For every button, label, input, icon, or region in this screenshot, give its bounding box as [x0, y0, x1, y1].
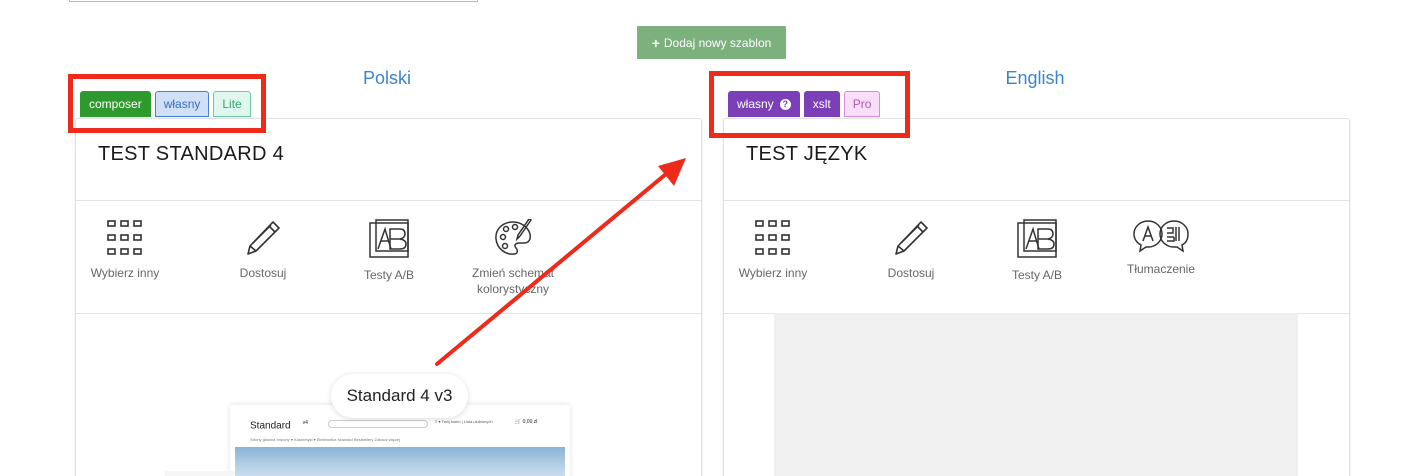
preview-logo: Standard v4	[250, 420, 308, 431]
pencil-icon	[895, 221, 928, 255]
action-label: Dostosuj	[887, 266, 935, 280]
add-template-label: Dodaj nowy szablon	[663, 35, 772, 50]
preview-side-tab	[165, 471, 235, 476]
search-input-edge[interactable]	[69, 0, 478, 2]
choose-other-action[interactable]: Wybierz inny	[710, 219, 836, 281]
ab-test-action[interactable]: Testy A/B	[974, 219, 1100, 283]
preview-logo-text: Standard	[250, 420, 291, 432]
template-card-english: TEST JĘZYK Wybierz inny Dostosuj Testy A…	[723, 118, 1350, 476]
action-label: Wybierz inny	[90, 266, 160, 280]
translation-action[interactable]: Tłumaczenie	[1098, 219, 1224, 277]
grid-icon	[107, 220, 142, 255]
choose-other-action[interactable]: Wybierz inny	[62, 219, 188, 281]
highlight-box-english	[709, 71, 910, 138]
divider	[76, 200, 701, 201]
grid-icon	[755, 220, 790, 255]
preview-logo-sup: v4	[302, 420, 308, 426]
preview-banner	[235, 447, 565, 476]
action-label: Zmień schemat kolorystyczny	[471, 266, 555, 296]
template-version-tooltip: Standard 4 v3	[331, 374, 468, 418]
plus-icon: +	[651, 34, 660, 51]
preview-cart: 🛒 0,00 zł	[515, 419, 538, 425]
language-title-polski[interactable]: Polski	[237, 68, 537, 89]
divider	[724, 200, 1349, 201]
preview-nav: Strony główna Importy ▾ Kosmetyki ▾ Elek…	[250, 437, 400, 442]
customize-action[interactable]: Dostosuj	[848, 219, 974, 281]
action-label: Wybierz inny	[738, 266, 808, 280]
action-label: Tłumaczenie	[1126, 262, 1196, 276]
change-colors-action[interactable]: Zmień schemat kolorystyczny	[450, 219, 576, 297]
customize-action[interactable]: Dostosuj	[200, 219, 326, 281]
ab-test-icon	[369, 219, 409, 258]
language-title-english[interactable]: English	[885, 68, 1185, 89]
template-preview-placeholder	[774, 313, 1298, 476]
template-manager: + Dodaj nowy szablon Polski composer wła…	[0, 0, 1424, 476]
divider	[76, 313, 701, 314]
highlight-box-polski	[68, 74, 266, 133]
action-label: Testy A/B	[363, 268, 415, 282]
preview-header-links: ≡ ▾ Twój konto | Lista ulubionych	[435, 419, 493, 424]
template-title: TEST STANDARD 4	[98, 143, 285, 165]
pencil-icon	[247, 221, 280, 255]
ab-test-action[interactable]: Testy A/B	[326, 219, 452, 283]
preview-search	[328, 420, 428, 428]
action-label: Dostosuj	[239, 266, 287, 280]
template-title: TEST JĘZYK	[746, 143, 868, 165]
add-template-button[interactable]: + Dodaj nowy szablon	[637, 26, 786, 59]
translate-icon	[1133, 220, 1189, 253]
action-label: Testy A/B	[1011, 268, 1063, 282]
ab-test-icon	[1017, 219, 1057, 258]
palette-icon	[495, 219, 533, 255]
